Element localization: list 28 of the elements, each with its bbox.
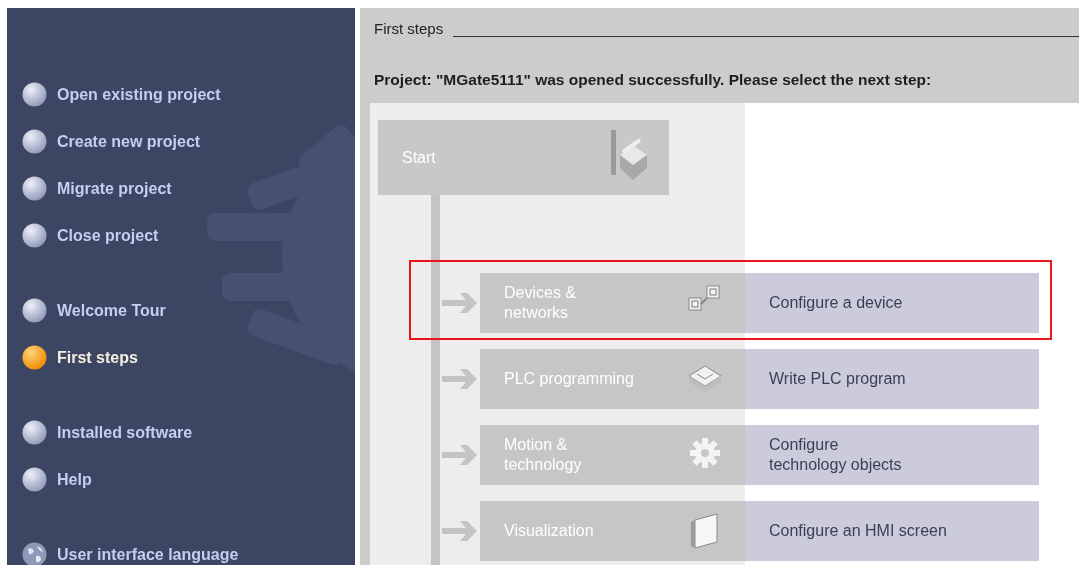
bullet-icon — [22, 420, 47, 445]
bullet-icon — [22, 129, 47, 154]
bullet-icon — [22, 467, 47, 492]
bullet-icon — [22, 176, 47, 201]
sidebar-item[interactable]: Create new project — [22, 118, 201, 165]
bullet-icon — [22, 345, 47, 370]
sidebar-item[interactable]: Installed software — [22, 409, 193, 456]
sidebar-item[interactable]: First steps — [22, 334, 138, 381]
sidebar-item[interactable]: Migrate project — [22, 165, 172, 212]
section-title: First steps — [374, 19, 444, 39]
bullet-icon — [22, 298, 47, 323]
status-message: Project: "MGate5111" was opened successfully. Please select the next step: — [374, 69, 933, 90]
bullet-icon — [22, 223, 47, 248]
action-button[interactable]: Configure a device — [745, 273, 1039, 333]
globe-icon — [22, 542, 47, 565]
arrow-icon — [442, 366, 478, 392]
action-button[interactable]: Configure technology objects — [745, 425, 1039, 485]
sidebar-item[interactable]: Help — [22, 456, 92, 503]
sidebar-item[interactable]: Open existing project — [22, 71, 221, 118]
arrow-icon — [442, 442, 478, 468]
sidebar-item[interactable]: Welcome Tour — [22, 287, 166, 334]
arrow-icon — [442, 290, 478, 316]
bullet-icon — [22, 82, 47, 107]
arrow-icon — [442, 518, 478, 544]
action-button[interactable]: Write PLC program — [745, 349, 1039, 409]
sidebar-item[interactable]: User interface language — [22, 531, 239, 565]
action-button[interactable]: Configure an HMI screen — [745, 501, 1039, 561]
sidebar-item[interactable]: Close project — [22, 212, 159, 259]
